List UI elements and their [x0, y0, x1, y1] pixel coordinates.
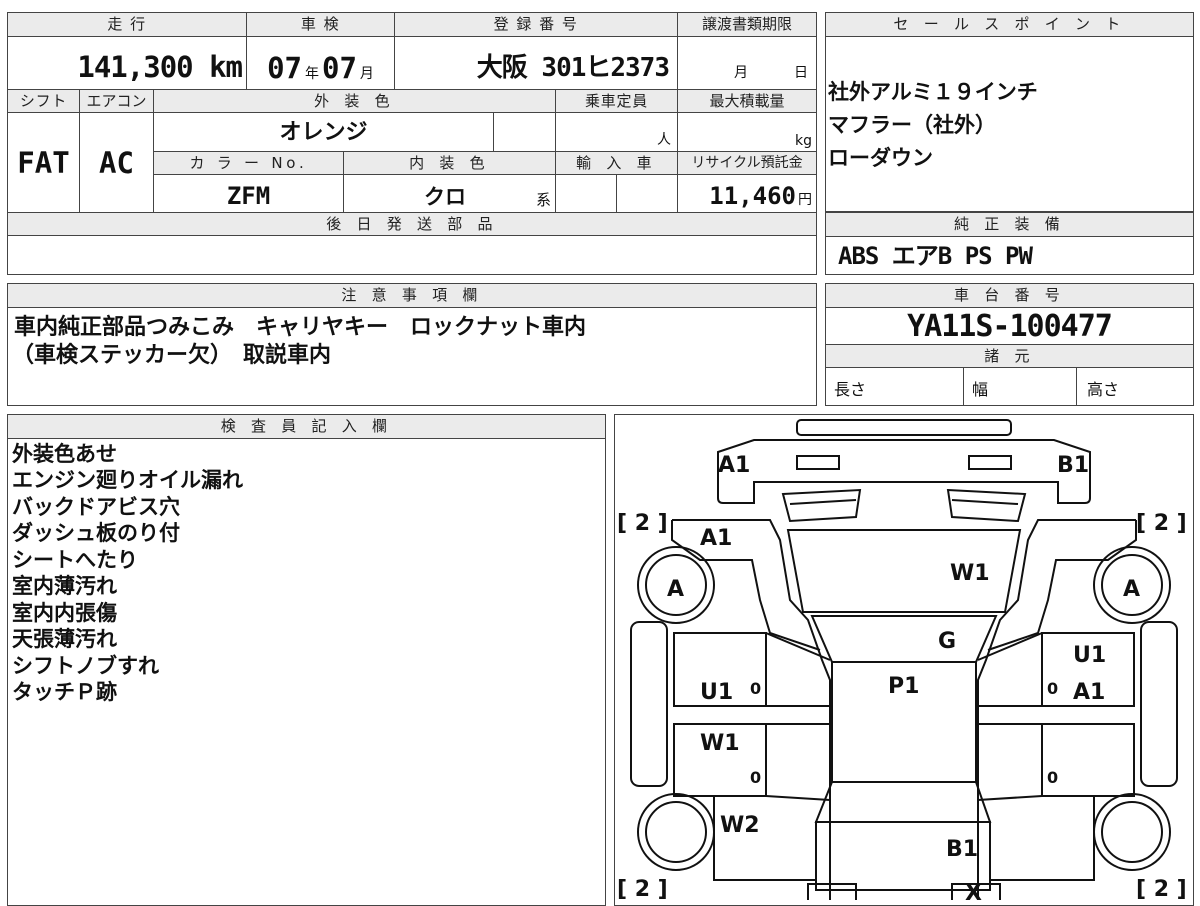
mark-rear-x: X [965, 881, 982, 900]
inspector-item-4: ダッシュ板のり付 [12, 521, 180, 545]
transfer-deadline-value: 月 日 [678, 37, 816, 89]
inspection-label: 車 検 [247, 13, 395, 37]
inspector-item-1: 外装色あせ [12, 442, 117, 466]
mileage-label: 走 行 [8, 13, 247, 37]
mark-bracket-br: [ 2 ] [1136, 877, 1187, 900]
color-no-label: カ ラ ー No. [154, 151, 344, 175]
shift-value: FAT [8, 113, 80, 212]
spec-width: 幅 [964, 368, 1077, 405]
sales-points-label: セ ー ル ス ポ イ ン ト [826, 13, 1193, 37]
registration-value: 大阪 301ヒ2373 [395, 37, 678, 89]
mark-windshield: W1 [950, 561, 990, 586]
mark-roof: P1 [888, 674, 919, 699]
mark-zero-2: 0 [750, 768, 761, 787]
sales-point-1: 社外アルミ１９インチ [828, 80, 1038, 104]
mark-door-fr-top: U1 [1073, 643, 1106, 668]
color-no-value: ZFM [154, 175, 344, 212]
recycle-label: リサイクル預託金 [678, 151, 816, 175]
mark-rear-left: W2 [720, 813, 760, 838]
import-value-a [556, 175, 617, 212]
exterior-color-extra [494, 113, 556, 151]
inspector-label: 検 査 員 記 入 欄 [8, 415, 605, 439]
car-damage-diagram: A1 B1 A1 W1 [ 2 ] [ 2 ] [ 2 ] [ 2 ] A A … [617, 419, 1187, 900]
inspector-item-2: エンジン廻りオイル漏れ [12, 468, 243, 492]
mark-zero-3: 0 [1047, 679, 1058, 698]
notes-line-1: 車内純正部品つみこみ キャリヤキー ロックナット車内 [14, 315, 587, 340]
spec-height: 高さ [1087, 380, 1120, 399]
inspector-item-8: 天張薄汚れ [12, 627, 117, 651]
mark-front-right: B1 [1057, 453, 1089, 478]
inspector-item-5: シートへたり [12, 548, 138, 572]
mark-bracket-bl: [ 2 ] [617, 877, 668, 900]
interior-color-suffix: 系 [535, 191, 551, 209]
transfer-deadline-label: 譲渡書類期限 [678, 13, 816, 37]
inspector-item-3: バックドアビス穴 [12, 495, 180, 519]
recycle-unit: 円 [798, 192, 812, 208]
inspector-item-9: シフトノブすれ [12, 654, 159, 678]
mark-bracket-tr: [ 2 ] [1136, 511, 1187, 536]
capacity-label: 乗車定員 [556, 89, 678, 113]
mark-bracket-tl: [ 2 ] [617, 511, 668, 536]
inspector-item-7: 室内内張傷 [12, 601, 117, 625]
max-load-unit: kg [795, 133, 812, 149]
inspection-month: 07 [322, 51, 357, 85]
spec-length: 長さ [826, 368, 964, 405]
exterior-color-label: 外 装 色 [154, 89, 556, 113]
mark-wheel-fl: A [667, 577, 684, 602]
later-parts-label: 後 日 発 送 部 品 [8, 212, 816, 236]
genuine-equipment-label: 純 正 装 備 [826, 213, 1193, 237]
mark-wheel-fr: A [1123, 577, 1140, 602]
year-suffix: 年 [305, 66, 319, 82]
import-value-b [617, 175, 678, 212]
recycle-value-cell: 11,460 円 [678, 175, 816, 212]
mark-zero-1: 0 [750, 679, 761, 698]
capacity-unit: 人 [657, 132, 671, 148]
interior-color-label: 内 装 色 [344, 151, 556, 175]
mark-door-fr: A1 [1073, 680, 1105, 705]
sales-point-3: ローダウン [828, 146, 933, 170]
mark-zero-4: 0 [1047, 768, 1058, 787]
genuine-equipment-value: ABS エアB PS PW [838, 242, 1033, 270]
mark-hood-left: A1 [700, 526, 732, 551]
aircon-value: AC [80, 113, 154, 212]
mileage-value: 141,300 km [8, 37, 247, 89]
recycle-value: 11,460 [709, 182, 796, 210]
inspection-year: 07 [267, 51, 302, 85]
chassis-label: 車 台 番 号 [826, 284, 1193, 308]
max-load-value: kg [678, 113, 816, 151]
later-parts-value [8, 236, 816, 274]
sales-point-2: マフラー（社外） [828, 113, 996, 137]
exterior-color-value: オレンジ [154, 113, 494, 151]
month-suffix: 月 [359, 66, 374, 82]
mark-front-left: A1 [718, 453, 750, 478]
mark-door-fl: U1 [700, 680, 733, 705]
notes-label: 注 意 事 項 欄 [8, 284, 816, 308]
interior-color-value-cell: クロ 系 [344, 175, 556, 212]
chassis-value: YA11S-100477 [907, 309, 1113, 344]
capacity-value: 人 [556, 113, 678, 151]
inspection-date: 07 年 07 月 [247, 37, 395, 89]
registration-label: 登 録 番 号 [395, 13, 678, 37]
shift-label: シフト [8, 89, 80, 113]
inspector-item-10: タッチＰ跡 [12, 680, 117, 704]
max-load-label: 最大積載量 [678, 89, 816, 113]
specs-label: 諸 元 [826, 344, 1193, 368]
interior-color-value: クロ [424, 185, 466, 209]
mark-rear: B1 [946, 837, 978, 862]
import-label: 輸 入 車 [556, 151, 678, 175]
aircon-label: エアコン [80, 89, 154, 113]
mark-grille: G [938, 629, 956, 654]
inspector-item-6: 室内薄汚れ [12, 574, 117, 598]
mark-door-rl: W1 [700, 731, 740, 756]
notes-line-2: （車検ステッカー欠） 取説車内 [12, 343, 332, 368]
